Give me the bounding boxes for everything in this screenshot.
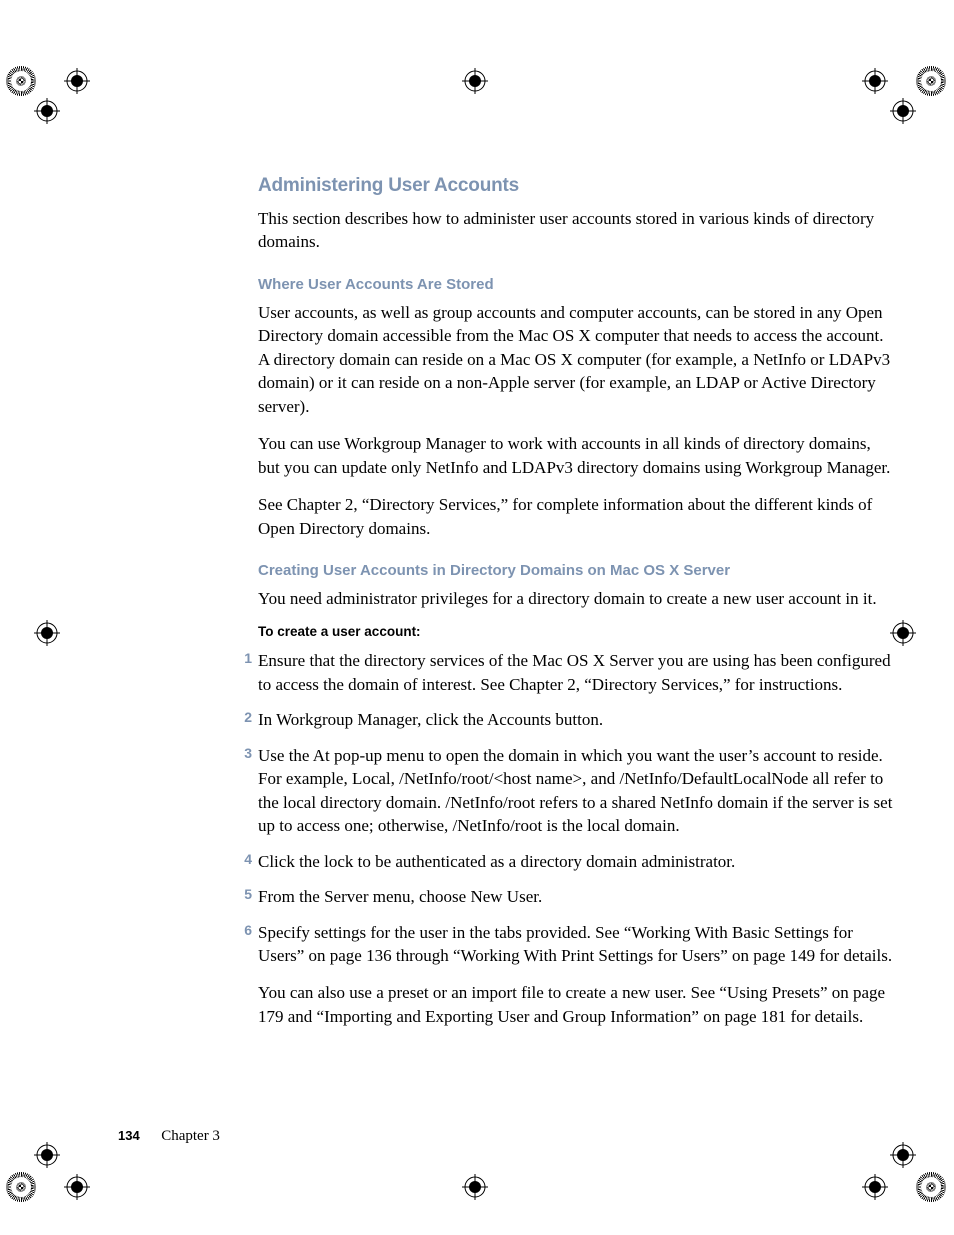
printer-rosette-icon (916, 66, 946, 96)
page-footer: 134 Chapter 3 (118, 1128, 220, 1145)
step-text: Click the lock to be authenticated as a … (258, 850, 896, 873)
body-paragraph: See Chapter 2, “Directory Services,” for… (258, 493, 896, 540)
body-paragraph: You need administrator privileges for a … (258, 587, 896, 610)
step-item: Use the At pop-up menu to open the domai… (258, 744, 896, 838)
page: Administering User Accounts This section… (0, 0, 954, 1235)
step-item: Ensure that the directory services of th… (258, 649, 896, 696)
step-text: Use the At pop-up menu to open the domai… (258, 744, 896, 838)
step-item: Specify settings for the user in the tab… (258, 921, 896, 1029)
body-paragraph: This section describes how to administer… (258, 207, 896, 254)
heading-3: To create a user account: (258, 624, 896, 639)
page-number: 134 (118, 1128, 140, 1143)
printer-registration-icon (890, 98, 916, 124)
step-text: From the Server menu, choose New User. (258, 885, 896, 908)
step-text: In Workgroup Manager, click the Accounts… (258, 708, 896, 731)
printer-registration-icon (64, 68, 90, 94)
step-text: Ensure that the directory services of th… (258, 649, 896, 696)
heading-1: Administering User Accounts (258, 175, 896, 197)
step-item: Click the lock to be authenticated as a … (258, 850, 896, 873)
printer-rosette-icon (916, 1172, 946, 1202)
page-content: Administering User Accounts This section… (258, 175, 896, 1040)
printer-registration-icon (462, 68, 488, 94)
chapter-label: Chapter 3 (161, 1128, 220, 1144)
printer-registration-icon (34, 620, 60, 646)
heading-2: Where User Accounts Are Stored (258, 276, 896, 293)
printer-rosette-icon (6, 66, 36, 96)
heading-2: Creating User Accounts in Directory Doma… (258, 562, 896, 579)
printer-rosette-icon (6, 1172, 36, 1202)
numbered-steps: Ensure that the directory services of th… (258, 649, 896, 1028)
step-text: Specify settings for the user in the tab… (258, 921, 896, 968)
printer-registration-icon (34, 98, 60, 124)
printer-registration-icon (862, 68, 888, 94)
step-extra-paragraph: You can also use a preset or an import f… (258, 981, 896, 1028)
printer-registration-icon (34, 1142, 60, 1168)
step-item: From the Server menu, choose New User. (258, 885, 896, 908)
printer-registration-icon (890, 1142, 916, 1168)
printer-registration-icon (462, 1174, 488, 1200)
step-item: In Workgroup Manager, click the Accounts… (258, 708, 896, 731)
printer-registration-icon (862, 1174, 888, 1200)
body-paragraph: You can use Workgroup Manager to work wi… (258, 432, 896, 479)
body-paragraph: User accounts, as well as group accounts… (258, 301, 896, 418)
printer-registration-icon (64, 1174, 90, 1200)
